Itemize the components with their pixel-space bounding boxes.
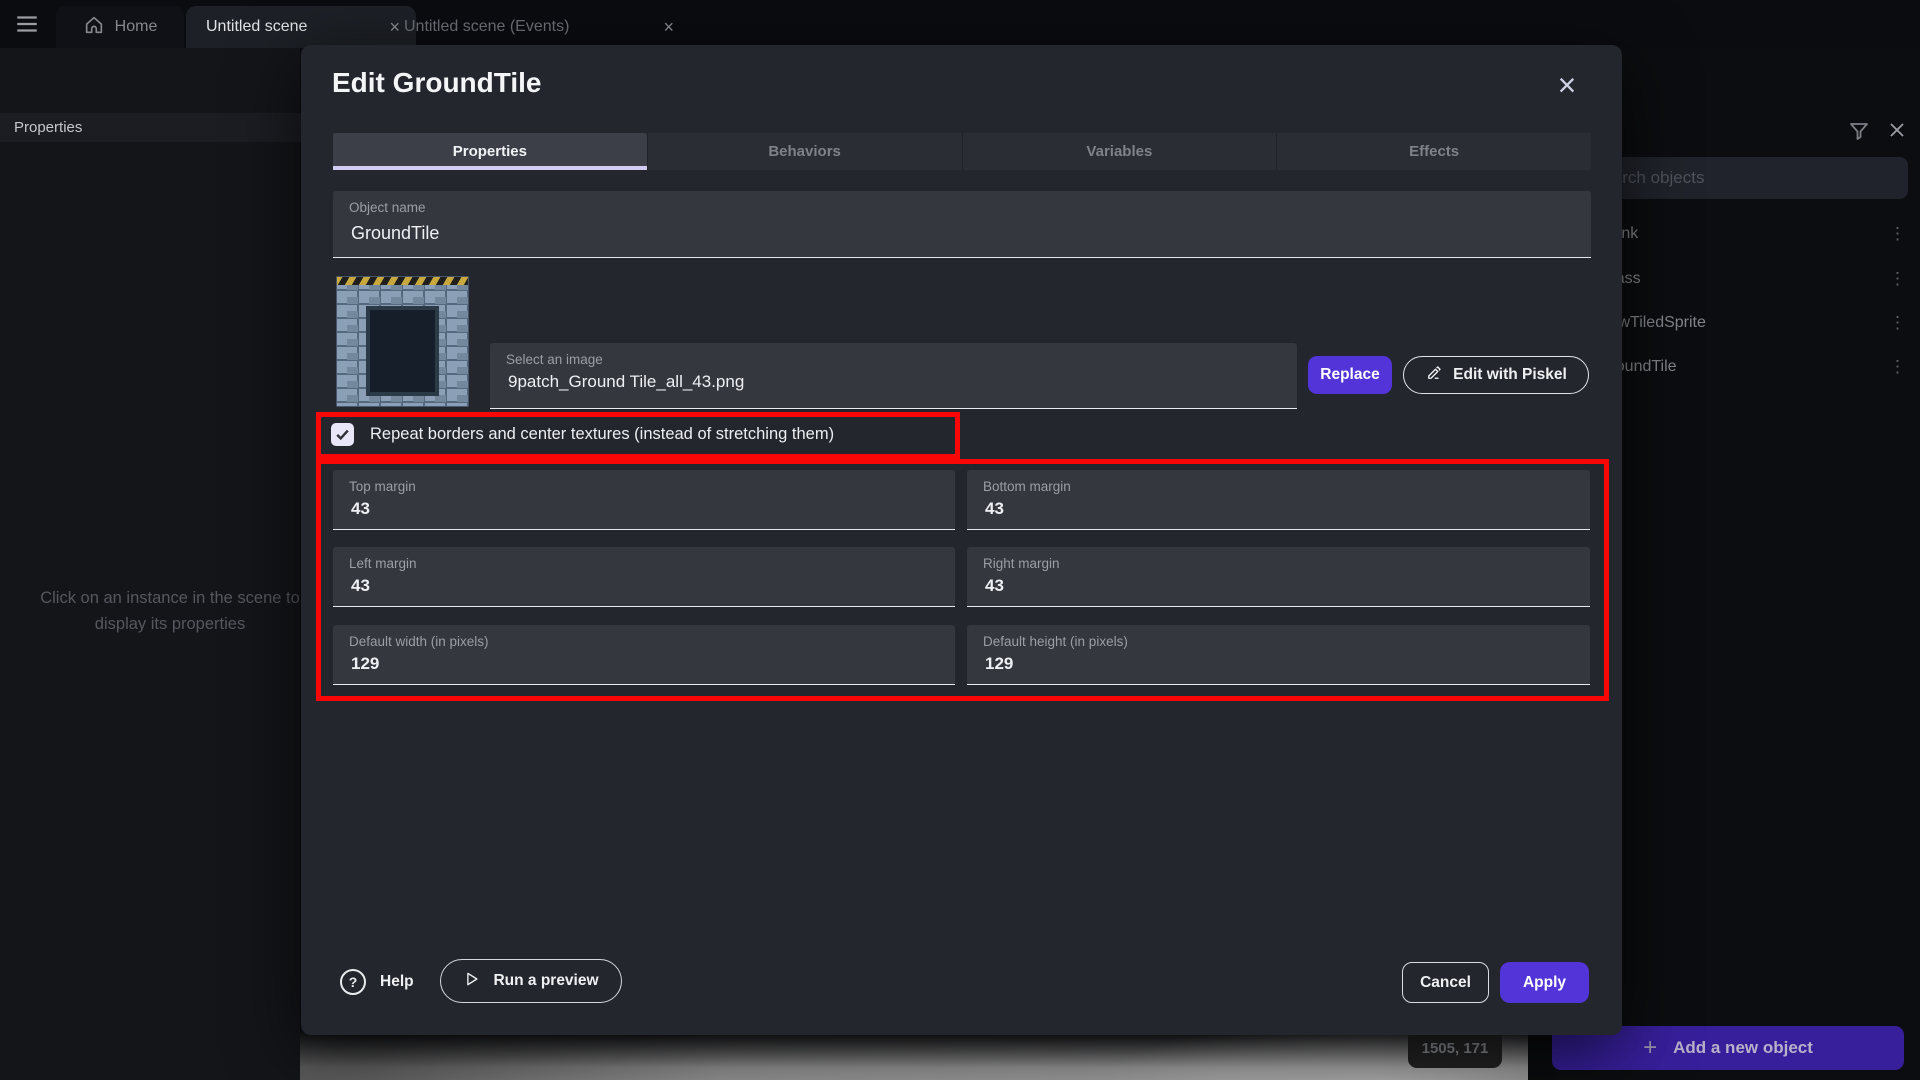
default-height-input[interactable] — [983, 653, 1517, 675]
pencil-icon — [1425, 364, 1443, 387]
object-name-field: Object name — [333, 191, 1591, 258]
left-margin-field: Left margin — [333, 547, 955, 607]
cancel-button[interactable]: Cancel — [1402, 962, 1489, 1003]
dialog-title: Edit GroundTile — [332, 67, 541, 99]
bottom-margin-label: Bottom margin — [983, 479, 1071, 494]
properties-empty-message-line1: Click on an instance in the scene to — [0, 585, 340, 611]
top-margin-field: Top margin — [333, 470, 955, 530]
left-margin-label: Left margin — [349, 556, 417, 571]
close-tab-icon[interactable]: × — [661, 17, 676, 38]
plus-icon: + — [1643, 1036, 1657, 1060]
play-icon — [463, 970, 481, 993]
run-preview-button[interactable]: Run a preview — [440, 959, 622, 1003]
tab-effects[interactable]: Effects — [1276, 133, 1591, 170]
help-label: Help — [380, 973, 414, 991]
default-height-field: Default height (in pixels) — [967, 625, 1590, 685]
gdevelop-editor: Home Untitled scene × Untitled scene (Ev… — [0, 0, 1920, 1080]
right-margin-field: Right margin — [967, 547, 1590, 607]
close-panel-icon[interactable] — [1885, 118, 1911, 144]
top-margin-input[interactable] — [349, 498, 882, 520]
tile-image-thumbnail — [336, 276, 469, 407]
default-width-label: Default width (in pixels) — [349, 634, 489, 649]
checkbox-checked-icon[interactable] — [331, 423, 354, 446]
tab-untitled-scene-events-label: Untitled scene (Events) — [404, 18, 569, 36]
bottom-margin-field: Bottom margin — [967, 470, 1590, 530]
replace-image-button[interactable]: Replace — [1308, 356, 1392, 394]
tab-untitled-scene-events[interactable]: Untitled scene (Events) × — [386, 6, 690, 48]
image-filename-input[interactable] — [506, 371, 1196, 393]
edit-groundtile-dialog: Edit GroundTile × Properties Behaviors V… — [301, 45, 1622, 1035]
home-icon — [83, 14, 105, 41]
kebab-menu-icon[interactable]: ⋮ — [1889, 211, 1906, 256]
right-margin-label: Right margin — [983, 556, 1060, 571]
repeat-borders-checkbox-row[interactable]: Repeat borders and center textures (inst… — [331, 420, 834, 448]
search-objects-field — [1576, 157, 1908, 199]
properties-panel-header: Properties — [0, 113, 314, 142]
right-margin-input[interactable] — [983, 575, 1517, 597]
tab-variables[interactable]: Variables — [962, 133, 1277, 170]
apply-button[interactable]: Apply — [1500, 962, 1589, 1003]
help-button[interactable]: ? Help — [340, 967, 414, 997]
kebab-menu-icon[interactable]: ⋮ — [1889, 300, 1906, 345]
object-name-input[interactable] — [349, 222, 1422, 245]
properties-empty-message: Click on an instance in the scene to dis… — [0, 585, 340, 637]
scene-canvas[interactable] — [300, 1030, 1528, 1080]
tab-home[interactable]: Home — [56, 6, 184, 48]
top-margin-label: Top margin — [349, 479, 416, 494]
default-width-field: Default width (in pixels) — [333, 625, 955, 685]
image-selector-label: Select an image — [506, 352, 603, 367]
image-selector-field: Select an image — [490, 343, 1297, 409]
edit-with-piskel-button[interactable]: Edit with Piskel — [1403, 356, 1589, 394]
run-preview-label: Run a preview — [493, 972, 598, 990]
tab-home-label: Home — [115, 18, 158, 36]
tab-untitled-scene-label: Untitled scene — [206, 18, 307, 36]
edit-with-piskel-label: Edit with Piskel — [1453, 366, 1567, 384]
properties-panel: Properties Click on an instance in the s… — [0, 48, 300, 1080]
repeat-borders-checkbox-label: Repeat borders and center textures (inst… — [370, 425, 834, 444]
tab-untitled-scene[interactable]: Untitled scene × — [186, 6, 416, 48]
dialog-tab-bar: Properties Behaviors Variables Effects — [333, 133, 1591, 170]
top-bar: Home Untitled scene × Untitled scene (Ev… — [0, 0, 1920, 48]
close-dialog-icon[interactable]: × — [1549, 67, 1585, 103]
help-icon: ? — [340, 969, 366, 995]
hamburger-menu-icon[interactable] — [13, 11, 41, 37]
tab-behaviors[interactable]: Behaviors — [647, 133, 962, 170]
kebab-menu-icon[interactable]: ⋮ — [1889, 256, 1906, 301]
tab-properties[interactable]: Properties — [333, 133, 647, 170]
default-width-input[interactable] — [349, 653, 882, 675]
add-new-object-label: Add a new object — [1673, 1038, 1813, 1058]
default-height-label: Default height (in pixels) — [983, 634, 1128, 649]
filter-icon[interactable] — [1847, 119, 1873, 145]
bottom-margin-input[interactable] — [983, 498, 1517, 520]
search-objects-input[interactable] — [1576, 157, 1908, 199]
kebab-menu-icon[interactable]: ⋮ — [1889, 344, 1906, 389]
properties-empty-message-line2: display its properties — [0, 611, 340, 637]
object-name-label: Object name — [349, 200, 426, 215]
left-margin-input[interactable] — [349, 575, 882, 597]
